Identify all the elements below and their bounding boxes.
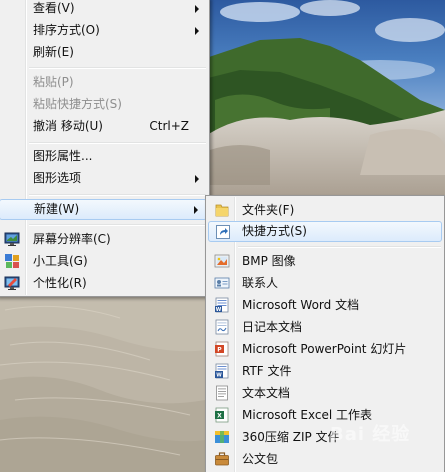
menu-item-label: 新建(W) xyxy=(34,202,80,216)
new-item-bmp-image[interactable]: BMP 图像 xyxy=(208,251,442,272)
new-item-contact[interactable]: 联系人 xyxy=(208,273,442,294)
menu-item-label: 图形属性... xyxy=(33,149,93,163)
menu-item-label: 刷新(E) xyxy=(33,45,74,59)
menu-separator xyxy=(29,224,206,226)
menu-item-label: 联系人 xyxy=(242,276,279,290)
menu-item-label: 文件夹(F) xyxy=(242,203,295,217)
svg-text:W: W xyxy=(216,373,222,379)
submenu-arrow-icon xyxy=(195,27,199,35)
menu-item-label: 撤消 移动(U) xyxy=(33,119,103,133)
menu-item-label: 360压缩 ZIP 文件 xyxy=(242,430,340,444)
menu-item-graphics-options[interactable]: 图形选项 xyxy=(0,168,207,189)
menu-separator xyxy=(29,142,206,144)
menu-item-screen-resolution[interactable]: 屏幕分辨率(C) xyxy=(0,229,207,250)
new-item-powerpoint[interactable]: P Microsoft PowerPoint 幻灯片 xyxy=(208,339,442,360)
text-document-icon xyxy=(216,385,228,401)
svg-text:P: P xyxy=(217,347,222,354)
new-item-briefcase[interactable]: 公文包 xyxy=(208,449,442,470)
new-item-text-document[interactable]: 文本文档 xyxy=(208,383,442,404)
menu-item-label: 屏幕分辨率(C) xyxy=(33,232,111,246)
menu-item-label: 文本文档 xyxy=(242,386,291,400)
desktop[interactable]: 查看(V) 排序方式(O) 刷新(E) 粘贴(P) 粘贴快捷方式(S) 撤消 移… xyxy=(0,0,445,472)
menu-item-label: 日记本文档 xyxy=(242,320,303,334)
monitor-icon xyxy=(4,232,20,246)
shortcut-icon xyxy=(216,225,230,239)
new-item-journal-document[interactable]: 日记本文档 xyxy=(208,317,442,338)
menu-item-label: Microsoft PowerPoint 幻灯片 xyxy=(242,342,407,356)
menu-item-shortcut: Ctrl+Z xyxy=(149,119,189,133)
menu-separator xyxy=(238,246,441,248)
menu-item-label: 排序方式(O) xyxy=(33,23,100,37)
menu-item-label: BMP 图像 xyxy=(242,254,296,268)
menu-item-label: 公文包 xyxy=(242,452,279,466)
menu-item-graphics-properties[interactable]: 图形属性... xyxy=(0,146,207,167)
journal-document-icon xyxy=(215,319,229,335)
contact-card-icon xyxy=(214,277,230,289)
watermark: Bai 经验 xyxy=(330,424,411,445)
menu-item-refresh[interactable]: 刷新(E) xyxy=(0,42,207,63)
menu-item-paste[interactable]: 粘贴(P) xyxy=(0,72,207,93)
word-document-icon: W xyxy=(215,297,229,313)
menu-item-label: 查看(V) xyxy=(33,1,75,15)
menu-item-label: 个性化(R) xyxy=(33,276,87,290)
new-item-word-document[interactable]: W Microsoft Word 文档 xyxy=(208,295,442,316)
menu-item-label: 小工具(G) xyxy=(33,254,88,268)
svg-text:X: X xyxy=(217,413,222,420)
new-item-shortcut[interactable]: 快捷方式(S) xyxy=(208,221,442,242)
svg-text:W: W xyxy=(216,307,222,313)
menu-separator xyxy=(29,194,206,196)
menu-item-label: 粘贴(P) xyxy=(33,75,74,89)
submenu-arrow-icon xyxy=(195,5,199,13)
menu-item-label: 粘贴快捷方式(S) xyxy=(33,97,122,111)
gadgets-icon xyxy=(5,254,19,268)
bmp-image-icon xyxy=(214,254,230,268)
new-item-folder[interactable]: 文件夹(F) xyxy=(208,200,442,221)
menu-item-gadgets[interactable]: 小工具(G) xyxy=(0,251,207,272)
new-item-rtf-file[interactable]: W RTF 文件 xyxy=(208,361,442,382)
menu-item-new[interactable]: 新建(W) xyxy=(0,199,207,220)
submenu-arrow-icon xyxy=(195,175,199,183)
menu-item-sort-by[interactable]: 排序方式(O) xyxy=(0,20,207,41)
submenu-arrow-icon xyxy=(194,206,198,214)
menu-item-view[interactable]: 查看(V) xyxy=(0,0,207,19)
menu-item-label: Microsoft Word 文档 xyxy=(242,298,360,312)
menu-item-undo-move[interactable]: 撤消 移动(U) Ctrl+Z xyxy=(0,116,207,137)
folder-icon xyxy=(215,204,229,217)
powerpoint-icon: P xyxy=(215,341,229,357)
zip-archive-icon xyxy=(215,431,229,443)
menu-item-paste-shortcut[interactable]: 粘贴快捷方式(S) xyxy=(0,94,207,115)
briefcase-icon xyxy=(215,452,229,466)
menu-item-label: RTF 文件 xyxy=(242,364,292,378)
menu-item-label: 快捷方式(S) xyxy=(242,224,307,238)
excel-worksheet-icon: X xyxy=(215,407,229,423)
menu-separator xyxy=(29,67,206,69)
desktop-context-menu: 查看(V) 排序方式(O) 刷新(E) 粘贴(P) 粘贴快捷方式(S) 撤消 移… xyxy=(0,0,210,297)
personalize-icon xyxy=(4,276,20,290)
menu-item-label: 图形选项 xyxy=(33,171,82,185)
menu-item-personalize[interactable]: 个性化(R) xyxy=(0,273,207,294)
rtf-document-icon: W xyxy=(215,363,229,379)
